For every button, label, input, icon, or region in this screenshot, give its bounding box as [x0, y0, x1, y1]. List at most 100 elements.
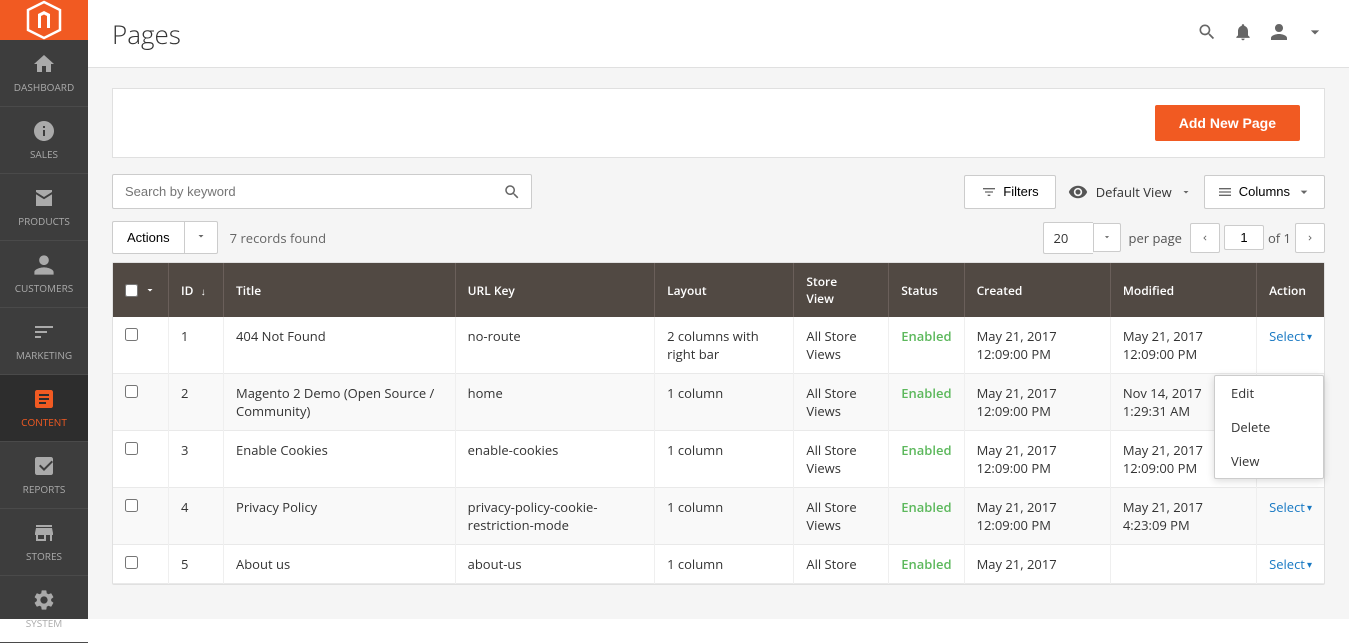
header-user-button[interactable] [1269, 22, 1289, 45]
header-menu-chevron[interactable] [1305, 22, 1325, 45]
row-title: Magento 2 Demo (Open Source / Community) [224, 374, 456, 431]
row-created: May 21, 2017 [964, 545, 1110, 584]
sidebar-item-products[interactable]: PRODUCTS [0, 174, 88, 241]
pagination-prev-button[interactable] [1190, 223, 1220, 253]
actions-bar: Actions 7 records found 20 per page [112, 221, 1325, 254]
per-page-dropdown-button[interactable] [1093, 223, 1121, 252]
action-chevron[interactable]: ▾ [1307, 557, 1312, 571]
filter-right: Filters Default View Columns [964, 175, 1325, 209]
pages-table: ID ↓ Title URL Key Layout StoreView Stat… [112, 262, 1325, 585]
search-input[interactable] [112, 174, 532, 209]
sidebar-item-sales[interactable]: SALES [0, 107, 88, 174]
sidebar-item-label: PRODUCTS [18, 214, 70, 228]
header-actions [1197, 22, 1325, 45]
row-id: 1 [169, 317, 224, 374]
add-new-page-button[interactable]: Add New Page [1155, 105, 1300, 141]
action-chevron[interactable]: ▾ [1307, 329, 1312, 343]
actions-left: Actions 7 records found [112, 221, 326, 254]
action-select-link[interactable]: Select [1269, 555, 1305, 573]
th-store-view: StoreView [794, 263, 889, 317]
table-row: 5 About us about-us 1 column All Store E… [113, 545, 1324, 584]
sidebar-item-reports[interactable]: REPORTS [0, 442, 88, 509]
top-toolbar: Add New Page [112, 88, 1325, 158]
row-status: Enabled [889, 317, 964, 374]
actions-right: 20 per page of 1 [1043, 222, 1326, 254]
row-checkbox[interactable] [125, 556, 138, 569]
row-store-view: All Store [794, 545, 889, 584]
row-status: Enabled [889, 374, 964, 431]
default-view-label: Default View [1096, 183, 1172, 201]
sidebar-item-label: REPORTS [23, 482, 66, 496]
row-id: 3 [169, 431, 224, 488]
th-id[interactable]: ID ↓ [169, 263, 224, 317]
action-dropdown-menu: Edit Delete View [1214, 375, 1324, 479]
filters-button[interactable]: Filters [964, 175, 1055, 209]
header-search-button[interactable] [1197, 22, 1217, 45]
filter-bar: Filters Default View Columns [112, 174, 1325, 209]
page-of-label: of 1 [1268, 229, 1291, 247]
row-checkbox[interactable] [125, 499, 138, 512]
th-layout: Layout [655, 263, 794, 317]
search-wrap [112, 174, 532, 209]
action-link-wrap: Select ▾ [1269, 555, 1312, 573]
row-checkbox-cell [113, 431, 169, 488]
pagination-next-button[interactable] [1295, 223, 1325, 253]
action-select-link[interactable]: Select [1269, 498, 1305, 516]
header-notification-button[interactable] [1233, 22, 1253, 45]
sidebar-item-content[interactable]: CONTENT [0, 375, 88, 442]
row-created: May 21, 2017 12:09:00 PM [964, 374, 1110, 431]
row-modified: May 21, 2017 12:09:00 PM [1110, 317, 1256, 374]
search-submit-button[interactable] [492, 174, 532, 209]
row-action: Select ▾ [1257, 317, 1324, 374]
sidebar-item-stores[interactable]: STORES [0, 509, 88, 576]
row-checkbox-cell [113, 545, 169, 584]
dropdown-item-view[interactable]: View [1215, 444, 1323, 478]
columns-button[interactable]: Columns [1204, 175, 1325, 209]
per-page-label: per page [1129, 229, 1182, 247]
th-id-label: ID [181, 282, 193, 299]
sidebar-item-customers[interactable]: CUSTOMERS [0, 241, 88, 308]
action-select-link[interactable]: Select [1269, 327, 1305, 345]
row-title: About us [224, 545, 456, 584]
row-status: Enabled [889, 431, 964, 488]
page-header: Pages [88, 0, 1349, 68]
row-modified [1110, 545, 1256, 584]
select-all-checkbox[interactable] [125, 284, 138, 297]
sort-icon-id: ↓ [201, 284, 206, 298]
th-title: Title [224, 263, 456, 317]
row-status: Enabled [889, 488, 964, 545]
row-checkbox[interactable] [125, 328, 138, 341]
row-layout: 1 column [655, 431, 794, 488]
row-layout: 1 column [655, 374, 794, 431]
sidebar-logo[interactable] [0, 0, 88, 40]
actions-button[interactable]: Actions [112, 221, 184, 254]
dropdown-item-edit[interactable]: Edit [1215, 376, 1323, 410]
row-title: 404 Not Found [224, 317, 456, 374]
th-action: Action [1257, 263, 1324, 317]
dropdown-item-delete[interactable]: Delete [1215, 410, 1323, 444]
row-url-key: enable-cookies [455, 431, 654, 488]
page-number-input[interactable] [1224, 225, 1264, 250]
row-checkbox[interactable] [125, 442, 138, 455]
main-content: Pages Add New Page [88, 0, 1349, 619]
row-layout: 1 column [655, 545, 794, 584]
row-modified: May 21, 2017 4:23:09 PM [1110, 488, 1256, 545]
default-view-select[interactable]: Default View [1068, 182, 1192, 202]
sidebar-item-system[interactable]: SYSTEM [0, 576, 88, 643]
row-id: 4 [169, 488, 224, 545]
row-checkbox[interactable] [125, 385, 138, 398]
per-page-select: 20 [1043, 222, 1121, 254]
action-chevron[interactable]: ▾ [1307, 500, 1312, 514]
sidebar-item-marketing[interactable]: MARKETING [0, 308, 88, 375]
sidebar-item-dashboard[interactable]: DASHBOARD [0, 40, 88, 107]
actions-dropdown-button[interactable] [184, 221, 218, 254]
row-created: May 21, 2017 12:09:00 PM [964, 488, 1110, 545]
sidebar-item-label: SYSTEM [26, 616, 63, 630]
row-created: May 21, 2017 12:09:00 PM [964, 431, 1110, 488]
table-row: 1 404 Not Found no-route 2 columns with … [113, 317, 1324, 374]
sidebar-item-label: STORES [26, 549, 62, 563]
table-row: 2 Magento 2 Demo (Open Source / Communit… [113, 374, 1324, 431]
row-url-key: about-us [455, 545, 654, 584]
table-header-row: ID ↓ Title URL Key Layout StoreView Stat… [113, 263, 1324, 317]
row-id: 2 [169, 374, 224, 431]
